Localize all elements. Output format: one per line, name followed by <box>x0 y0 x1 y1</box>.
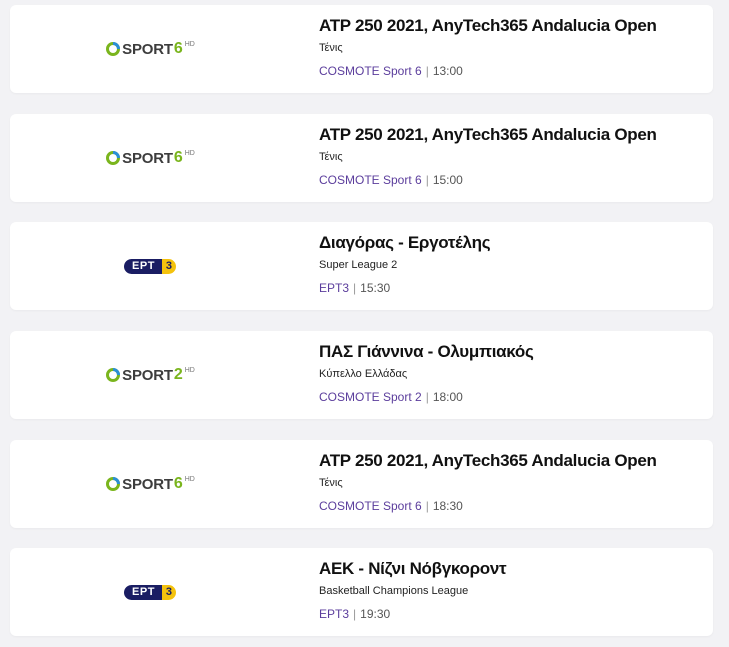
listing-info: ATP 250 2021, AnyTech365 Andalucia Open … <box>319 124 705 188</box>
channel-logo-cell[interactable]: SPORT 6 HD <box>10 114 290 202</box>
logo-word: ΕΡΤ <box>124 258 162 274</box>
logo-number: 6 <box>173 40 183 57</box>
program-time: 13:00 <box>432 64 463 78</box>
program-time: 19:30 <box>360 607 391 621</box>
program-category: Super League 2 <box>319 259 398 271</box>
program-title[interactable]: ΑΕΚ - Νίζνι Νόβγκοροντ <box>319 558 705 580</box>
logo-hd: HD <box>184 41 195 48</box>
cosmote-ring-icon <box>106 42 121 56</box>
listing-card[interactable]: SPORT 2 HD ΠΑΣ Γιάννινα - Ολυμπιακός Κύπ… <box>10 331 713 419</box>
program-meta: ΕΡΤ3 | 19:30 <box>319 606 705 622</box>
channel-link[interactable]: ΕΡΤ3 <box>319 607 349 621</box>
program-meta: COSMOTE Sport 6 | 18:30 <box>319 498 705 514</box>
listing-card[interactable]: SPORT 6 HD ATP 250 2021, AnyTech365 Anda… <box>10 114 713 202</box>
ert3-logo[interactable]: ΕΡΤ 3 <box>124 258 176 274</box>
program-meta: COSMOTE Sport 6 | 15:00 <box>319 172 705 188</box>
program-time: 18:30 <box>432 499 463 513</box>
cosmote-sport-logo[interactable]: SPORT 6 HD <box>105 475 195 493</box>
channel-link[interactable]: COSMOTE Sport 6 <box>319 64 422 78</box>
logo-hd: HD <box>184 150 195 157</box>
cosmote-ring-icon <box>106 368 121 382</box>
program-category: Τένις <box>319 42 343 54</box>
channel-logo-cell[interactable]: SPORT 6 HD <box>10 5 290 93</box>
meta-separator: | <box>425 64 429 78</box>
program-category: Basketball Champions League <box>319 585 469 597</box>
channel-logo-cell[interactable]: ΕΡΤ 3 <box>10 548 290 636</box>
program-title[interactable]: ATP 250 2021, AnyTech365 Andalucia Open <box>319 124 705 146</box>
listing-info: ATP 250 2021, AnyTech365 Andalucia Open … <box>319 15 705 79</box>
listing-info: ΑΕΚ - Νίζνι Νόβγκοροντ Basketball Champi… <box>319 558 705 622</box>
tv-listings: SPORT 6 HD ATP 250 2021, AnyTech365 Anda… <box>0 0 729 647</box>
meta-separator: | <box>353 281 357 295</box>
cosmote-ring-icon <box>106 151 121 165</box>
logo-hd: HD <box>184 367 195 374</box>
meta-separator: | <box>425 390 429 404</box>
logo-word: ΕΡΤ <box>124 584 162 600</box>
logo-word: SPORT <box>122 366 173 384</box>
logo-number: 6 <box>173 475 183 492</box>
program-meta: COSMOTE Sport 6 | 13:00 <box>319 63 705 79</box>
program-time: 18:00 <box>432 390 463 404</box>
logo-word: SPORT <box>122 149 173 167</box>
program-time: 15:00 <box>432 173 463 187</box>
program-meta: ΕΡΤ3 | 15:30 <box>319 280 705 296</box>
meta-separator: | <box>353 607 357 621</box>
program-meta: COSMOTE Sport 2 | 18:00 <box>319 389 705 405</box>
channel-logo-cell[interactable]: SPORT 6 HD <box>10 440 290 528</box>
logo-number: 6 <box>173 149 183 166</box>
program-category: Τένις <box>319 477 343 489</box>
logo-number: 3 <box>161 584 176 600</box>
program-time: 15:30 <box>360 281 391 295</box>
program-title[interactable]: ATP 250 2021, AnyTech365 Andalucia Open <box>319 15 705 37</box>
listing-info: ATP 250 2021, AnyTech365 Andalucia Open … <box>319 450 705 514</box>
channel-link[interactable]: COSMOTE Sport 2 <box>319 390 422 404</box>
channel-logo-cell[interactable]: SPORT 2 HD <box>10 331 290 419</box>
channel-logo-cell[interactable]: ΕΡΤ 3 <box>10 222 290 310</box>
channel-link[interactable]: ΕΡΤ3 <box>319 281 349 295</box>
logo-word: SPORT <box>122 40 173 58</box>
listing-info: ΠΑΣ Γιάννινα - Ολυμπιακός Κύπελλο Ελλάδα… <box>319 341 705 405</box>
cosmote-sport-logo[interactable]: SPORT 2 HD <box>105 366 195 384</box>
meta-separator: | <box>425 499 429 513</box>
cosmote-ring-icon <box>106 477 121 491</box>
program-category: Κύπελλο Ελλάδας <box>319 368 408 380</box>
program-title[interactable]: ATP 250 2021, AnyTech365 Andalucia Open <box>319 450 705 472</box>
listing-card[interactable]: ΕΡΤ 3 Διαγόρας - Εργοτέλης Super League … <box>10 222 713 310</box>
logo-number: 3 <box>161 258 176 274</box>
logo-hd: HD <box>184 476 195 483</box>
channel-link[interactable]: COSMOTE Sport 6 <box>319 499 422 513</box>
listing-info: Διαγόρας - Εργοτέλης Super League 2 ΕΡΤ3… <box>319 232 705 296</box>
channel-link[interactable]: COSMOTE Sport 6 <box>319 173 422 187</box>
program-category: Τένις <box>319 151 343 163</box>
cosmote-sport-logo[interactable]: SPORT 6 HD <box>105 40 195 58</box>
listing-card[interactable]: SPORT 6 HD ATP 250 2021, AnyTech365 Anda… <box>10 440 713 528</box>
logo-number: 2 <box>173 366 183 383</box>
program-title[interactable]: Διαγόρας - Εργοτέλης <box>319 232 705 254</box>
ert3-logo[interactable]: ΕΡΤ 3 <box>124 584 176 600</box>
listing-card[interactable]: ΕΡΤ 3 ΑΕΚ - Νίζνι Νόβγκοροντ Basketball … <box>10 548 713 636</box>
logo-word: SPORT <box>122 475 173 493</box>
meta-separator: | <box>425 173 429 187</box>
program-title[interactable]: ΠΑΣ Γιάννινα - Ολυμπιακός <box>319 341 705 363</box>
cosmote-sport-logo[interactable]: SPORT 6 HD <box>105 149 195 167</box>
listing-card[interactable]: SPORT 6 HD ATP 250 2021, AnyTech365 Anda… <box>10 5 713 93</box>
